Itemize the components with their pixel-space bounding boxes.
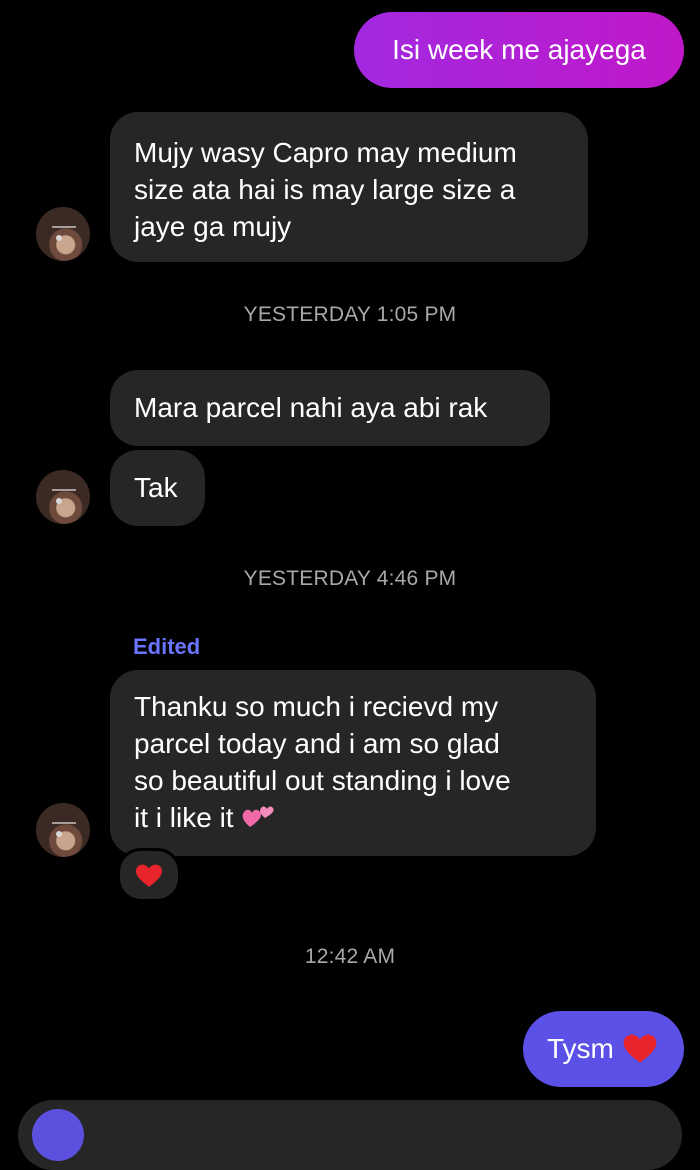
message-text-line: Thanku so much i recievd my xyxy=(134,691,499,722)
message-text: Mara parcel nahi aya abi rak xyxy=(134,392,488,423)
avatar[interactable] xyxy=(36,207,90,261)
avatar[interactable] xyxy=(36,803,90,857)
message-text: Tak xyxy=(134,472,178,503)
message-text-line: size ata hai is may large size a xyxy=(134,174,516,205)
message-text: Tysm xyxy=(547,1033,614,1064)
edited-label: Edited xyxy=(133,634,201,659)
message-text: Isi week me ajayega xyxy=(392,34,646,65)
message-text-line: parcel today and i am so glad xyxy=(134,728,500,759)
message-text-line: Mujy wasy Capro may medium xyxy=(134,137,517,168)
message-text-line: it i like it xyxy=(134,799,572,836)
message-text-line: jaye ga mujy xyxy=(134,211,292,242)
incoming-message-bubble[interactable]: Tak xyxy=(110,450,205,526)
incoming-message-bubble[interactable]: Mara parcel nahi aya abi rak xyxy=(110,370,550,446)
outgoing-message-bubble[interactable]: Tysm xyxy=(523,1011,684,1087)
red-heart-emoji xyxy=(623,1034,657,1063)
incoming-message-bubble[interactable]: Thanku so much i recievd my parcel today… xyxy=(110,670,596,856)
timestamp: YESTERDAY 1:05 PM xyxy=(243,303,457,326)
outgoing-message-bubble[interactable]: Isi week me ajayega xyxy=(354,12,684,88)
message-text-line: so beautiful out standing i love xyxy=(134,765,511,796)
avatar[interactable] xyxy=(36,470,90,524)
camera-button[interactable] xyxy=(32,1109,84,1161)
incoming-message-bubble[interactable]: Mujy wasy Capro may medium size ata hai … xyxy=(110,112,588,262)
message-text: it i like it xyxy=(134,802,234,833)
reaction-badge[interactable] xyxy=(117,848,181,902)
red-heart-icon xyxy=(136,864,162,887)
timestamp: 12:42 AM xyxy=(304,945,396,968)
timestamp: YESTERDAY 4:46 PM xyxy=(243,567,457,590)
message-composer[interactable] xyxy=(18,1100,682,1170)
two-hearts-emoji xyxy=(243,806,274,827)
